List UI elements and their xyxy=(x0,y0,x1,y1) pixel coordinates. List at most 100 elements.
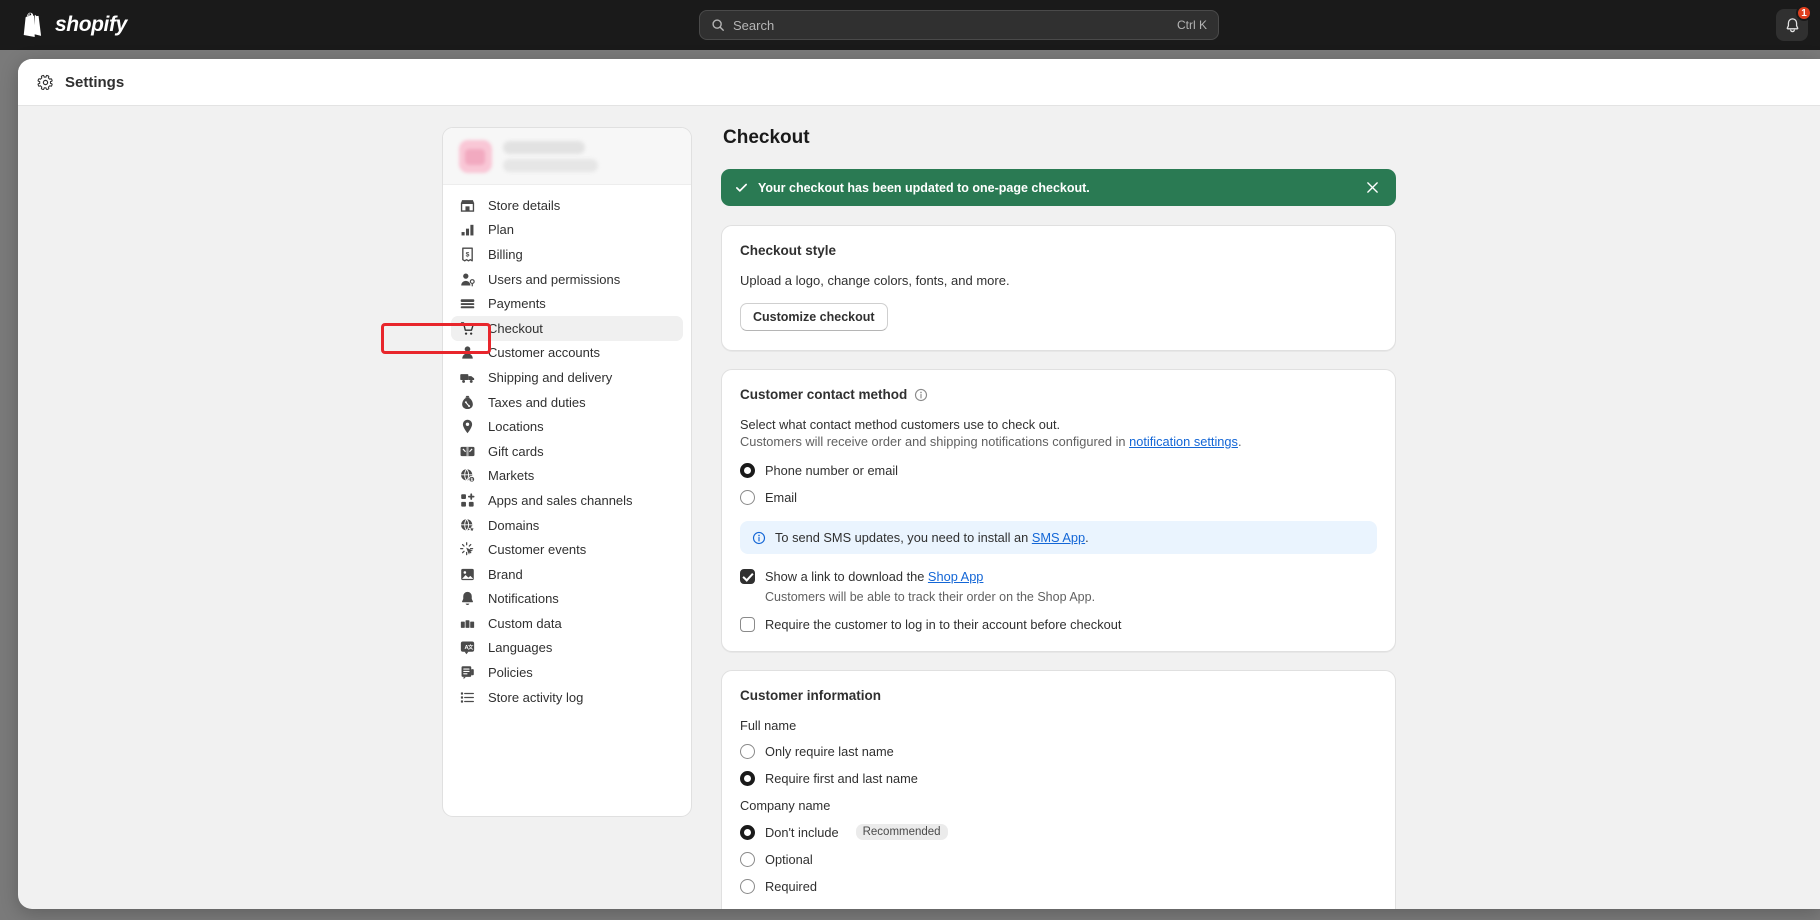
radio-first-and-last-name[interactable] xyxy=(740,771,755,786)
require-login-checkbox-row[interactable]: Require the customer to log in to their … xyxy=(740,617,1377,632)
image-folder-icon xyxy=(459,566,476,583)
sidebar-item-brand[interactable]: Brand xyxy=(451,562,683,587)
svg-text:文: 文 xyxy=(468,643,474,651)
recommended-badge: Recommended xyxy=(856,824,948,840)
full-name-group: Full name Only require last name Require… xyxy=(740,718,1377,786)
option-label: Email xyxy=(765,490,797,505)
option-label: Optional xyxy=(765,852,813,867)
sms-banner-text: To send SMS updates, you need to install… xyxy=(775,530,1089,545)
close-icon[interactable] xyxy=(1361,177,1383,199)
sidebar-item-label: Customer accounts xyxy=(488,345,600,360)
shop-app-note: Customers will be able to track their or… xyxy=(765,590,1377,604)
check-icon xyxy=(734,180,749,195)
sidebar-item-shipping-and-delivery[interactable]: Shipping and delivery xyxy=(451,365,683,390)
sms-prefix: To send SMS updates, you need to install… xyxy=(775,530,1032,545)
sidebar-item-customer-accounts[interactable]: Customer accounts xyxy=(451,341,683,366)
list-bullet-icon xyxy=(459,689,476,706)
sidebar-item-label: Checkout xyxy=(488,321,543,336)
notification-settings-link[interactable]: notification settings xyxy=(1129,434,1238,449)
sidebar-item-locations[interactable]: Locations xyxy=(451,414,683,439)
radio-only-last-name[interactable] xyxy=(740,744,755,759)
sidebar-item-checkout[interactable]: Checkout xyxy=(451,316,683,341)
notifications-button[interactable]: 1 xyxy=(1776,9,1808,41)
sidebar-item-apps-and-sales-channels[interactable]: Apps and sales channels xyxy=(451,488,683,513)
option-label: Require first and last name xyxy=(765,771,918,786)
sidebar-item-label: Taxes and duties xyxy=(488,395,586,410)
sidebar-item-payments[interactable]: Payments xyxy=(451,291,683,316)
globe-star-icon xyxy=(459,517,476,534)
sidebar-item-languages[interactable]: A文 Languages xyxy=(451,636,683,661)
contact-option-phone-or-email[interactable]: Phone number or email xyxy=(740,463,1377,478)
radio-dont-include[interactable] xyxy=(740,825,755,840)
radio-email[interactable] xyxy=(740,490,755,505)
shopping-cart-icon xyxy=(459,320,476,337)
sms-app-link[interactable]: SMS App xyxy=(1032,530,1085,545)
lede-prefix: Customers will receive order and shippin… xyxy=(740,434,1129,449)
sidebar-item-label: Shipping and delivery xyxy=(488,370,612,385)
sidebar-item-plan[interactable]: Plan xyxy=(451,218,683,243)
sidebar-item-store-details[interactable]: Store details xyxy=(451,193,683,218)
customize-checkout-button[interactable]: Customize checkout xyxy=(740,303,888,331)
sidebar-item-store-activity-log[interactable]: Store activity log xyxy=(451,685,683,710)
sms-suffix: . xyxy=(1085,530,1089,545)
require-login-label: Require the customer to log in to their … xyxy=(765,617,1121,632)
lede-suffix: . xyxy=(1238,434,1242,449)
radio-optional[interactable] xyxy=(740,852,755,867)
customer-contact-method-card: Customer contact method Select what cont… xyxy=(721,369,1396,652)
sidebar-item-label: Brand xyxy=(488,567,523,582)
contact-option-email[interactable]: Email xyxy=(740,490,1377,505)
full-name-option-last-only[interactable]: Only require last name xyxy=(740,744,1377,759)
company-option-dont-include[interactable]: Don't include Recommended xyxy=(740,824,1377,840)
gift-card-icon xyxy=(459,443,476,460)
sidebar-item-domains[interactable]: Domains xyxy=(451,513,683,538)
sidebar-item-custom-data[interactable]: Custom data xyxy=(451,611,683,636)
sidebar-item-label: Customer events xyxy=(488,542,586,557)
checkout-style-title: Checkout style xyxy=(740,243,1377,258)
receipt-dollar-icon: $ xyxy=(459,246,476,263)
bell-icon xyxy=(459,590,476,607)
sidebar-item-gift-cards[interactable]: Gift cards xyxy=(451,439,683,464)
search-input[interactable]: Search Ctrl K xyxy=(699,10,1219,40)
gear-icon xyxy=(37,74,54,91)
checkbox-show-shop-app-link[interactable] xyxy=(740,569,755,584)
checkout-settings-content: Checkout Your checkout has been updated … xyxy=(721,127,1396,909)
radio-required[interactable] xyxy=(740,879,755,894)
sidebar-item-notifications[interactable]: Notifications xyxy=(451,587,683,612)
sidebar-item-taxes-and-duties[interactable]: Taxes and duties xyxy=(451,390,683,415)
customer-information-title: Customer information xyxy=(740,688,1377,703)
sidebar-item-label: Users and permissions xyxy=(488,272,620,287)
info-circle-icon[interactable] xyxy=(914,388,928,402)
sidebar-item-label: Languages xyxy=(488,640,552,655)
shop-app-label: Show a link to download the Shop App xyxy=(765,569,983,584)
radio-phone-or-email[interactable] xyxy=(740,463,755,478)
store-profile[interactable] xyxy=(443,128,691,185)
sidebar-item-customer-events[interactable]: Customer events xyxy=(451,537,683,562)
sidebar-item-users-and-permissions[interactable]: Users and permissions xyxy=(451,267,683,292)
sidebar-item-label: Payments xyxy=(488,296,546,311)
shopify-brand[interactable]: shopify xyxy=(20,11,127,39)
checkbox-require-login[interactable] xyxy=(740,617,755,632)
company-name-label: Company name xyxy=(740,798,1377,813)
full-name-option-first-and-last[interactable]: Require first and last name xyxy=(740,771,1377,786)
translate-icon: A文 xyxy=(459,639,476,656)
sidebar-item-markets[interactable]: $ Markets xyxy=(451,464,683,489)
sidebar-item-label: Billing xyxy=(488,247,523,262)
shop-app-prefix: Show a link to download the xyxy=(765,569,928,584)
search-icon xyxy=(711,18,725,32)
store-name-redacted xyxy=(503,141,598,172)
option-label: Only require last name xyxy=(765,744,894,759)
company-option-required[interactable]: Required xyxy=(740,879,1377,894)
sidebar-item-billing[interactable]: $ Billing xyxy=(451,242,683,267)
search-placeholder: Search xyxy=(733,18,1177,33)
globe-dollar-icon: $ xyxy=(459,467,476,484)
shop-app-checkbox-row[interactable]: Show a link to download the Shop App xyxy=(740,569,1377,584)
content-page-title: Checkout xyxy=(723,127,1396,149)
sidebar-item-policies[interactable]: Policies xyxy=(451,660,683,685)
sidebar-item-label: Markets xyxy=(488,468,534,483)
customer-information-card: Customer information Full name Only requ… xyxy=(721,670,1396,909)
sidebar-item-label: Custom data xyxy=(488,616,562,631)
company-name-group: Company name Don't include Recommended O… xyxy=(740,798,1377,894)
contact-method-lede-secondary: Customers will receive order and shippin… xyxy=(740,434,1377,449)
shop-app-link[interactable]: Shop App xyxy=(928,569,984,584)
company-option-optional[interactable]: Optional xyxy=(740,852,1377,867)
